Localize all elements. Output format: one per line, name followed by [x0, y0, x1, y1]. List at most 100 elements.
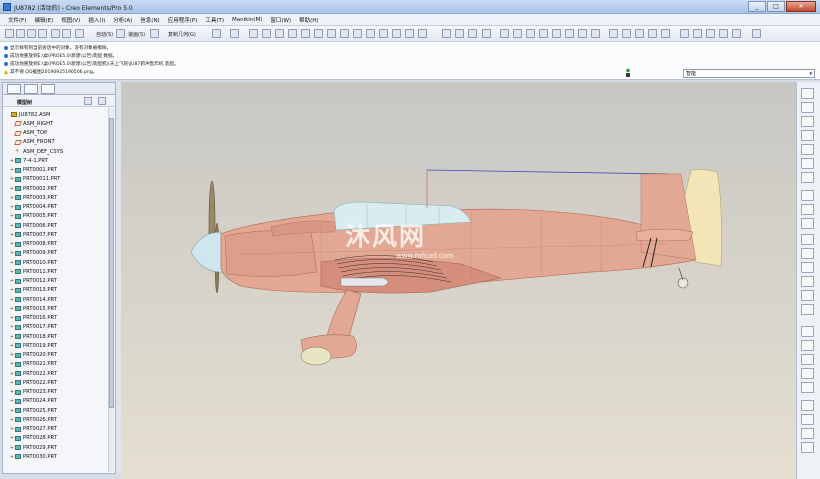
maximize-button[interactable]: □	[767, 1, 785, 12]
model-tree-scrollbar[interactable]	[108, 108, 114, 472]
tree-item[interactable]: + PRT0018.PRT	[5, 332, 107, 341]
revolve-icon[interactable]	[801, 248, 814, 259]
plane-tool-icon[interactable]	[801, 102, 814, 113]
create-component-icon[interactable]	[801, 218, 814, 229]
paste-icon[interactable]	[275, 29, 284, 38]
tree-item[interactable]: + PRT00011.PRT	[5, 175, 107, 184]
tree-item[interactable]: + PRT0005.PRT	[5, 212, 107, 221]
project-icon[interactable]	[801, 442, 814, 453]
menu-insert[interactable]: 插入(I)	[84, 16, 109, 24]
tree-item[interactable]: + PRT0007.PRT	[5, 230, 107, 239]
tree-item[interactable]: + PRT0020.PRT	[5, 351, 107, 360]
scroll-thumb[interactable]	[109, 118, 114, 408]
tree-item[interactable]: + PRT0017.PRT	[5, 323, 107, 332]
saved-views-icon[interactable]	[565, 29, 574, 38]
undo-icon[interactable]	[212, 29, 221, 38]
chamfer-icon[interactable]	[801, 290, 814, 301]
tree-item[interactable]: + PRT0030.PRT	[5, 452, 107, 461]
tab-favorites[interactable]	[41, 84, 55, 94]
tree-item[interactable]: ASM_RIGHT	[5, 119, 107, 128]
merge-icon[interactable]	[801, 354, 814, 365]
tree-item[interactable]: +7-4-1.PRT	[5, 156, 107, 165]
tree-item[interactable]: + PRT0003.PRT	[5, 193, 107, 202]
copy-icon[interactable]	[262, 29, 271, 38]
tree-item[interactable]: ✳ ASM_DEF_CSYS	[5, 147, 107, 156]
regen-icon[interactable]	[116, 29, 125, 38]
copy-paste-icon[interactable]	[442, 29, 451, 38]
select-box-icon[interactable]	[418, 29, 427, 38]
selection-filter-dropdown[interactable]: 智能 ▾	[683, 69, 815, 78]
open-folder-icon[interactable]	[16, 29, 25, 38]
menu-manikin[interactable]: Manikin(M)	[228, 17, 266, 23]
csys-tool-icon[interactable]	[801, 158, 814, 169]
tree-item[interactable]: ASM_TOP	[5, 129, 107, 138]
tree-item[interactable]: + PRT0010.PRT	[5, 258, 107, 267]
menu-file[interactable]: 文件(F)	[4, 16, 30, 24]
zoom-out-icon[interactable]	[526, 29, 535, 38]
close-button[interactable]: ✕	[786, 1, 816, 12]
no-hidden-icon[interactable]	[635, 29, 644, 38]
tree-item[interactable]: + PRT0022.PRT	[5, 369, 107, 378]
tab-model-tree[interactable]	[7, 84, 21, 94]
pattern-icon[interactable]	[801, 340, 814, 351]
refit-icon[interactable]	[539, 29, 548, 38]
draft-icon[interactable]	[801, 304, 814, 315]
redraw-button[interactable]: 自动(S)	[96, 31, 113, 38]
tree-item[interactable]: + PRT0002.PRT	[5, 184, 107, 193]
zoom-in-icon[interactable]	[513, 29, 522, 38]
tree-item[interactable]: + PRT0029.PRT	[5, 443, 107, 452]
info-icon[interactable]	[661, 29, 670, 38]
graphics-viewport[interactable]: 沐风网 www.mfcad.com	[121, 82, 796, 479]
datum-points-icon[interactable]	[706, 29, 715, 38]
tree-item[interactable]: + PRT0025.PRT	[5, 406, 107, 415]
spin-center-icon[interactable]	[455, 29, 464, 38]
show-menu-icon[interactable]	[98, 97, 106, 105]
appearance-icon[interactable]	[353, 29, 362, 38]
menu-applications[interactable]: 应用程序(P)	[164, 16, 202, 24]
model-player-icon[interactable]	[366, 29, 375, 38]
display-style-icon[interactable]	[482, 29, 491, 38]
minimize-button[interactable]: _	[748, 1, 766, 12]
tree-item[interactable]: + PRT0009.PRT	[5, 249, 107, 258]
annotation-icon[interactable]	[732, 29, 741, 38]
tree-item[interactable]: + PRT0016.PRT	[5, 314, 107, 323]
extrude-icon[interactable]	[801, 234, 814, 245]
menu-info[interactable]: 信息(N)	[136, 16, 163, 24]
tree-item[interactable]: + PRT0023.PRT	[5, 388, 107, 397]
reorient-icon[interactable]	[552, 29, 561, 38]
tree-item[interactable]: + PRT0014.PRT	[5, 295, 107, 304]
solidify-icon[interactable]	[801, 428, 814, 439]
sketch-icon[interactable]	[327, 29, 336, 38]
menu-window[interactable]: 窗口(W)	[266, 16, 295, 24]
wireframe-icon[interactable]	[500, 29, 509, 38]
curve-tool-icon[interactable]	[801, 130, 814, 141]
save-icon[interactable]	[27, 29, 36, 38]
hidden-line-icon[interactable]	[622, 29, 631, 38]
datum-axes-icon[interactable]	[693, 29, 702, 38]
analysis-feature-icon[interactable]	[801, 172, 814, 183]
shaded-icon[interactable]	[609, 29, 618, 38]
view-manager-icon-2[interactable]	[591, 29, 600, 38]
datum-planes-icon[interactable]	[680, 29, 689, 38]
print-preview-icon[interactable]	[62, 29, 71, 38]
cut-icon[interactable]	[249, 29, 258, 38]
tree-item[interactable]: + PRT0001.PRT	[5, 166, 107, 175]
tree-item[interactable]: + PRT0015.PRT	[5, 304, 107, 313]
new-file-icon[interactable]	[5, 29, 14, 38]
hole-icon[interactable]	[801, 262, 814, 273]
point-tool-icon[interactable]	[801, 144, 814, 155]
offset-icon[interactable]	[801, 400, 814, 411]
insert-component-icon[interactable]	[801, 204, 814, 215]
datum-plane-icon[interactable]	[801, 88, 814, 99]
mirror-icon[interactable]	[801, 326, 814, 337]
tree-item[interactable]: + PRT0021.PRT	[5, 360, 107, 369]
copy-geometry-button[interactable]: 复制几何(G)	[168, 31, 196, 38]
tab-folder-browser[interactable]	[24, 84, 38, 94]
dropdown-icon[interactable]	[150, 29, 159, 38]
extend-icon[interactable]	[801, 382, 814, 393]
sketch-tool-icon[interactable]	[801, 190, 814, 201]
tree-item[interactable]: + PRT0026.PRT	[5, 415, 107, 424]
tree-item[interactable]: + PRT0004.PRT	[5, 203, 107, 212]
tree-item[interactable]: + PRT0019.PRT	[5, 341, 107, 350]
tree-item[interactable]: ASM_FRONT	[5, 138, 107, 147]
